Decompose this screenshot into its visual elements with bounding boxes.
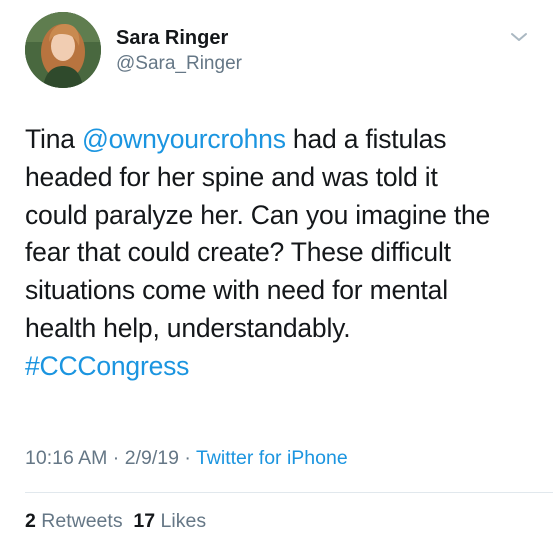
hashtag-link[interactable]: #CCCongress [25,351,189,381]
tweet-text-segment: Tina [25,124,82,154]
tweet-line: situations come with need for mental [25,275,448,306]
divider [25,492,553,493]
tweet-line: #CCCongress [25,348,540,386]
mention-link[interactable]: @ownyourcrohns [82,124,286,154]
tweet-meta: 10:16 AM · 2/9/19 · Twitter for iPhone [25,447,348,470]
avatar[interactable] [25,12,101,88]
tweet-card: Sara Ringer @Sara_Ringer Tina @ownyourcr… [0,0,553,546]
user-handle[interactable]: @Sara_Ringer [116,53,242,75]
chevron-down-icon[interactable] [510,31,528,43]
tweet-text-segment: had a fistulas [285,124,447,154]
likes-count: 17 [133,510,156,532]
tweet-line: could paralyze her. Can you imagine the [25,199,491,230]
retweets-stat[interactable]: 2 Retweets [25,510,123,532]
tweet-text: Tina @ownyourcrohns had a fistulas heade… [25,121,540,386]
tweet-line: headed for her spine and was told it [25,161,438,192]
tweet-line: health help, understandably. [25,312,351,343]
profile-photo-icon [25,12,101,88]
likes-label: Likes [160,510,207,532]
tweet-source-link[interactable]: Twitter for iPhone [196,447,348,469]
tweet-stats: 2 Retweets 17 Likes [25,510,206,533]
tweet-date: 2/9/19 [124,447,179,469]
display-name[interactable]: Sara Ringer [116,27,228,50]
tweet-line: fear that could create? These difficult [25,237,451,268]
likes-stat[interactable]: 17 Likes [133,510,206,532]
retweets-label: Retweets [41,510,123,532]
tweet-time: 10:16 AM [25,447,108,469]
tweet-line: Tina @ownyourcrohns had a fistulas [25,121,540,159]
retweets-count: 2 [25,510,36,532]
meta-separator: · [178,447,196,469]
meta-separator: · [107,447,125,469]
